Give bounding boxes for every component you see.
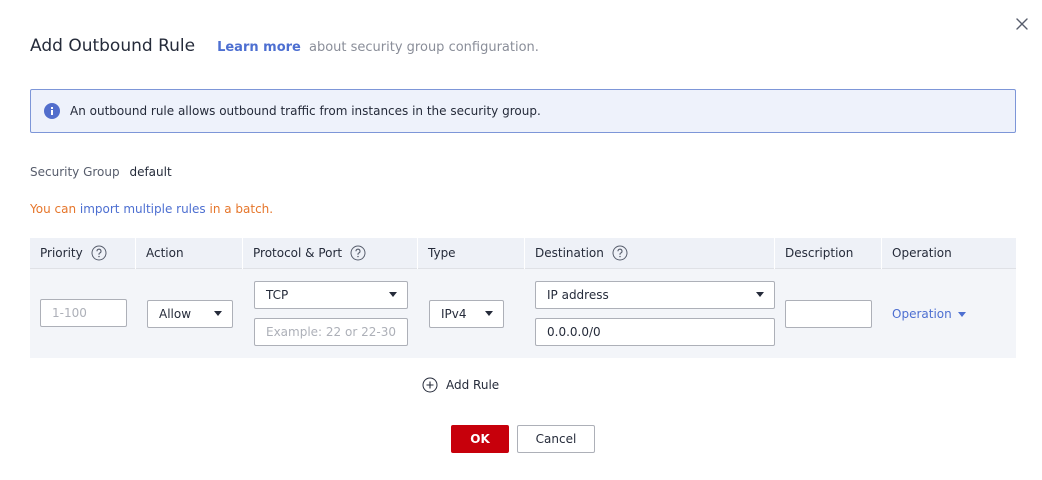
chevron-down-icon xyxy=(957,311,966,317)
chevron-down-icon xyxy=(389,292,397,297)
type-select-value: IPv4 xyxy=(441,307,467,321)
ok-button[interactable]: OK xyxy=(451,425,509,453)
security-group-field: Security Group default xyxy=(30,165,172,179)
add-rule-button[interactable]: Add Rule xyxy=(422,377,499,393)
protocol-select-value: TCP xyxy=(266,288,289,302)
destination-type-select[interactable]: IP address xyxy=(535,281,775,309)
batch-suffix: in a batch. xyxy=(209,202,274,216)
batch-import-hint: You can import multiple rules in a batch… xyxy=(30,202,273,216)
header-protocol-port: Protocol & Port xyxy=(243,237,418,269)
type-select[interactable]: IPv4 xyxy=(429,300,504,328)
table-row: 1-100 Allow TCP Example: 22 or 22-30 IPv… xyxy=(30,269,1016,358)
header-destination: Destination xyxy=(525,237,775,269)
dialog-header: Add Outbound Rule Learn more about secur… xyxy=(30,36,539,60)
header-type-label: Type xyxy=(428,246,456,260)
security-group-label: Security Group xyxy=(30,165,120,179)
header-operation: Operation xyxy=(882,238,1016,269)
add-outbound-rule-dialog: Add Outbound Rule Learn more about secur… xyxy=(0,0,1042,480)
header-priority-label: Priority xyxy=(40,246,83,260)
header-destination-label: Destination xyxy=(535,246,604,260)
header-action-label: Action xyxy=(146,246,184,260)
close-icon[interactable] xyxy=(1013,15,1031,33)
header-type: Type xyxy=(418,237,525,269)
add-rule-label: Add Rule xyxy=(446,378,500,392)
operation-dropdown[interactable]: Operation xyxy=(892,307,966,321)
info-icon xyxy=(44,103,60,119)
info-banner: An outbound rule allows outbound traffic… xyxy=(30,89,1016,133)
rules-table: Priority Action Protocol & Port Type Des… xyxy=(30,237,1016,358)
help-icon[interactable] xyxy=(350,245,366,261)
learn-more-link[interactable]: Learn more xyxy=(217,40,301,55)
help-icon[interactable] xyxy=(91,245,107,261)
destination-type-value: IP address xyxy=(547,288,609,302)
chevron-down-icon xyxy=(485,311,493,316)
chevron-down-icon xyxy=(214,311,222,316)
header-description-label: Description xyxy=(785,246,854,260)
table-header: Priority Action Protocol & Port Type Des… xyxy=(30,237,1016,269)
header-priority: Priority xyxy=(30,237,136,269)
priority-input[interactable]: 1-100 xyxy=(40,299,127,327)
cancel-button[interactable]: Cancel xyxy=(517,425,595,453)
destination-input[interactable]: 0.0.0.0/0 xyxy=(535,318,775,346)
batch-prefix: You can xyxy=(30,202,77,216)
action-select-value: Allow xyxy=(159,307,192,321)
security-group-value: default xyxy=(129,165,172,179)
header-protocol-port-label: Protocol & Port xyxy=(253,246,343,260)
learn-more-text: Learn more about security group configur… xyxy=(217,40,539,55)
chevron-down-icon xyxy=(756,292,764,297)
dialog-title: Add Outbound Rule xyxy=(30,36,196,56)
header-action: Action xyxy=(136,237,243,269)
learn-more-suffix: about security group configuration. xyxy=(309,40,539,55)
protocol-select[interactable]: TCP xyxy=(254,281,408,309)
description-input[interactable] xyxy=(785,300,872,328)
help-icon[interactable] xyxy=(612,245,628,261)
port-input[interactable]: Example: 22 or 22-30 xyxy=(254,318,408,346)
header-operation-label: Operation xyxy=(892,246,952,260)
add-circle-icon xyxy=(422,377,438,393)
import-rules-link[interactable]: import multiple rules xyxy=(80,202,206,216)
operation-label: Operation xyxy=(892,307,952,321)
header-description: Description xyxy=(775,237,882,269)
info-text: An outbound rule allows outbound traffic… xyxy=(70,104,541,118)
action-select[interactable]: Allow xyxy=(147,300,233,328)
